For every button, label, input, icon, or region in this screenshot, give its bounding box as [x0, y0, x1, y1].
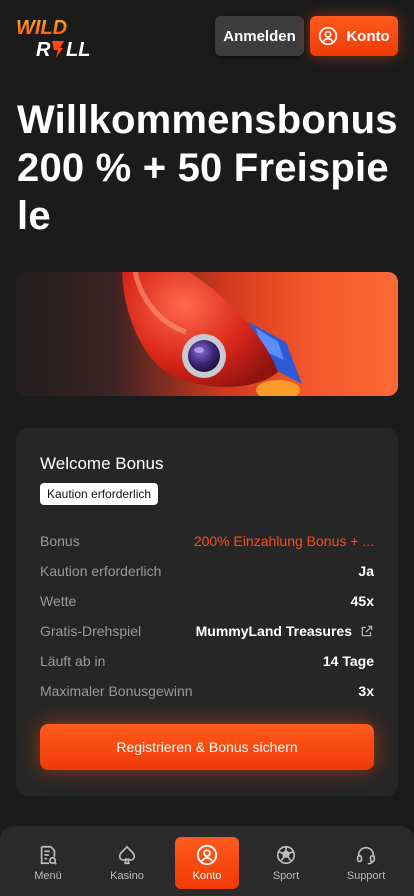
- bonus-details-list: Bonus 200% Einzahlung Bonus + ... Kautio…: [40, 526, 374, 706]
- nav-item-account[interactable]: Konto: [175, 837, 239, 889]
- nav-label: Kasino: [110, 870, 144, 882]
- register-claim-bonus-button[interactable]: Registrieren & Bonus sichern: [40, 724, 374, 770]
- detail-row-bonus: Bonus 200% Einzahlung Bonus + ...: [40, 526, 374, 556]
- external-link-icon: [361, 625, 373, 637]
- detail-label: Maximaler Bonusgewinn: [40, 683, 193, 699]
- svg-text:LL: LL: [66, 39, 90, 60]
- nav-label: Menü: [34, 870, 62, 882]
- account-button[interactable]: Konto: [310, 16, 398, 56]
- bonus-card: Welcome Bonus Kaution erforderlich Bonus…: [16, 428, 398, 796]
- detail-label: Wette: [40, 593, 77, 609]
- deposit-required-badge: Kaution erforderlich: [40, 483, 159, 505]
- detail-row-free-spin-game: Gratis-Drehspiel MummyLand Treasures: [40, 616, 374, 646]
- detail-label: Gratis-Drehspiel: [40, 623, 142, 639]
- detail-value: MummyLand Treasures: [195, 623, 352, 639]
- detail-label: Bonus: [40, 533, 80, 549]
- svg-text:R: R: [36, 39, 51, 60]
- svg-text:WILD: WILD: [16, 17, 67, 39]
- free-spin-game-link[interactable]: MummyLand Treasures: [196, 623, 374, 639]
- spade-icon: [118, 845, 136, 865]
- detail-row-wager: Wette 45x: [40, 586, 374, 616]
- nav-item-support[interactable]: Support: [334, 838, 398, 888]
- bottom-nav: Menü Kasino Konto Sport Support: [0, 826, 414, 896]
- login-button-label: Anmelden: [223, 27, 296, 45]
- nav-item-sport[interactable]: Sport: [254, 838, 318, 888]
- nav-item-casino[interactable]: Kasino: [95, 838, 159, 888]
- detail-value: 14 Tage: [322, 653, 374, 669]
- card-title: Welcome Bonus: [40, 454, 164, 473]
- soccer-ball-icon: [276, 845, 296, 865]
- nav-label: Konto: [192, 870, 222, 882]
- detail-row-max-win: Maximaler Bonusgewinn 3x: [40, 676, 374, 706]
- detail-value: 3x: [358, 683, 374, 699]
- headset-icon: [356, 846, 376, 865]
- user-circle-icon: [319, 26, 338, 46]
- page-title: Willkommensbonus 200 % + 50 Freispiele: [17, 98, 398, 238]
- cta-label: Registrieren & Bonus sichern: [116, 739, 298, 755]
- account-button-label: Konto: [346, 27, 390, 45]
- detail-label: Kaution erforderlich: [40, 563, 162, 579]
- detail-value: 200% Einzahlung Bonus + ...: [193, 533, 374, 549]
- detail-row-deposit: Kaution erforderlich Ja: [40, 556, 374, 586]
- user-circle-icon: [196, 844, 218, 866]
- detail-label: Läuft ab in: [40, 653, 106, 669]
- nav-label: Support: [346, 870, 386, 882]
- header: WILD R LL Anmelden Konto: [0, 0, 414, 72]
- detail-value: Ja: [358, 563, 374, 579]
- bonus-banner-image: [16, 272, 398, 396]
- menu-document-icon: [40, 845, 57, 865]
- detail-row-expires: Läuft ab in 14 Tage: [40, 646, 374, 676]
- nav-item-menu[interactable]: Menü: [16, 838, 80, 888]
- wild-roll-logo[interactable]: WILD R LL: [14, 14, 98, 61]
- login-button[interactable]: Anmelden: [215, 16, 304, 56]
- detail-value: 45x: [350, 593, 374, 609]
- nav-label: Sport: [272, 870, 300, 882]
